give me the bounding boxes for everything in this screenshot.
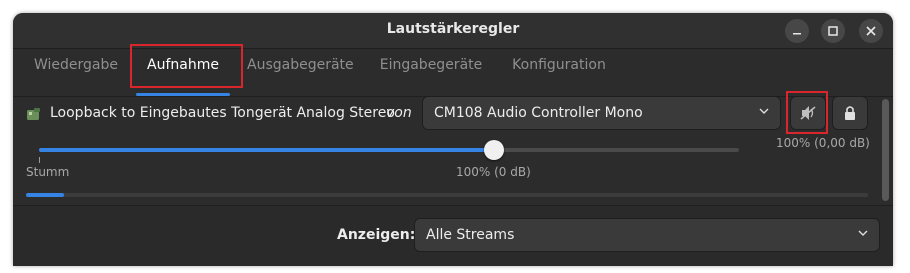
highlight-box-mute (786, 91, 828, 134)
tab-wiedergabe[interactable]: Wiedergabe (31, 49, 121, 96)
volume-slider-tick (39, 157, 40, 163)
tab-eingabegeraete[interactable]: Eingabegeräte (379, 49, 483, 96)
show-filter-value: Alle Streams (426, 227, 515, 243)
peak-level-fill (26, 193, 64, 197)
scrollbar[interactable] (882, 99, 889, 201)
stream-von-label: von (386, 105, 412, 121)
tab-ausgabegeraete[interactable]: Ausgabegeräte (247, 49, 354, 96)
close-icon (866, 26, 876, 36)
window-title: Lautstärkeregler (386, 21, 520, 37)
highlight-box-tab (130, 44, 243, 88)
volume-min-label: Stumm (26, 165, 70, 179)
show-filter-dropdown[interactable]: Alle Streams (414, 218, 880, 252)
app-icon (27, 108, 40, 120)
source-device-dropdown[interactable]: CM108 Audio Controller Mono (422, 96, 781, 130)
close-button[interactable] (859, 19, 883, 43)
stream-name: Loopback to Eingebautes Tongerät Analog … (50, 105, 395, 121)
lock-channels-button[interactable] (832, 96, 868, 130)
chevron-down-icon (759, 108, 769, 114)
minimize-button[interactable] (785, 19, 809, 43)
show-filter-label: Anzeigen: (337, 227, 416, 243)
maximize-icon (828, 26, 838, 36)
minimize-icon (793, 33, 801, 35)
volume-slider-knob[interactable] (484, 140, 504, 160)
lock-icon (845, 106, 855, 120)
peak-level-track (26, 193, 868, 197)
tab-konfiguration[interactable]: Konfiguration (509, 49, 609, 96)
volume-readout: 100% (0,00 dB) (776, 136, 870, 150)
active-tab-indicator (136, 93, 230, 96)
maximize-button[interactable] (821, 19, 845, 43)
volume-slider-fill (39, 148, 494, 152)
volume-100-label: 100% (0 dB) (456, 165, 531, 179)
chevron-down-icon (858, 230, 868, 236)
source-device-value: CM108 Audio Controller Mono (434, 105, 643, 121)
